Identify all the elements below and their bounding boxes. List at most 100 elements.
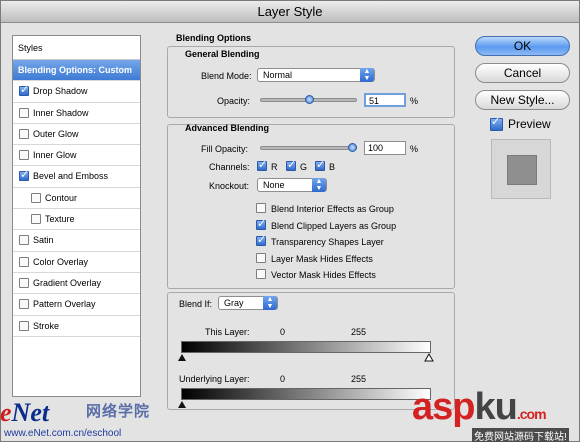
blend-mode-value: Normal — [263, 70, 293, 80]
aspku-logo-dotcom: .com — [516, 406, 547, 422]
style-checkbox[interactable] — [19, 256, 29, 267]
general-blending-title: General Blending — [185, 49, 260, 59]
channel-checkbox[interactable] — [315, 157, 325, 173]
cancel-button[interactable]: Cancel — [475, 63, 570, 83]
style-checkbox[interactable] — [19, 150, 29, 161]
style-checkbox[interactable] — [19, 320, 29, 331]
enet-url: www.eNet.com.cn/eschool — [4, 428, 122, 439]
opacity-label: Opacity: — [217, 96, 251, 106]
style-item[interactable]: Gradient Overlay — [13, 273, 140, 295]
underlying-layer-max: 255 — [351, 374, 367, 384]
channel-checkbox[interactable] — [257, 157, 267, 173]
enet-logo-prefix: e — [0, 398, 12, 427]
blend-if-select[interactable]: Gray ▲ ▼ — [218, 296, 278, 310]
style-item-label: Contour — [45, 192, 78, 203]
style-item-label: Blending Options: Custom — [18, 65, 132, 75]
channel-checkbox[interactable] — [286, 157, 296, 173]
aspku-logo-ku: ku — [474, 386, 517, 428]
style-item[interactable]: Contour — [13, 188, 140, 210]
enet-logo: eNet — [0, 398, 49, 428]
style-item-label: Outer Glow — [33, 128, 79, 139]
underlying-layer-label: Underlying Layer: — [179, 374, 250, 384]
aspku-logo-main: asp — [412, 386, 475, 428]
style-item[interactable]: Stroke — [13, 316, 140, 337]
style-checkbox[interactable] — [19, 107, 29, 118]
this-layer-black-slider[interactable] — [178, 354, 186, 361]
knockout-value: None — [263, 180, 285, 190]
fill-opacity-slider-handle[interactable] — [348, 143, 357, 152]
fill-opacity-label: Fill Opacity: — [201, 144, 249, 154]
this-layer-white-slider[interactable] — [424, 353, 434, 362]
popup-arrows-icon: ▲ ▼ — [312, 178, 326, 192]
opacity-slider-handle[interactable] — [305, 95, 314, 104]
dialog-title: Layer Style — [1, 1, 579, 23]
style-item[interactable]: Pattern Overlay — [13, 294, 140, 316]
style-item-label: Stroke — [33, 320, 60, 331]
style-item-label: Gradient Overlay — [33, 277, 102, 288]
layer-style-dialog: Layer Style Styles Blending Options: Cus… — [0, 0, 580, 442]
advanced-option-checkbox[interactable] — [256, 216, 266, 232]
this-layer-min: 0 — [280, 327, 286, 337]
advanced-option-label: Vector Mask Hides Effects — [271, 270, 376, 280]
style-item[interactable]: Satin — [13, 230, 140, 252]
channel-label: B — [329, 162, 336, 172]
this-layer-label: This Layer: — [205, 327, 250, 337]
underlying-layer-black-slider[interactable] — [178, 401, 186, 408]
knockout-select[interactable]: None ▲ ▼ — [257, 178, 327, 192]
enet-logo-chinese: 网络学院 — [86, 403, 151, 420]
style-checkbox[interactable] — [19, 235, 29, 246]
ok-button[interactable]: OK — [475, 36, 570, 56]
style-checkbox[interactable] — [19, 167, 29, 183]
this-layer-gradient — [181, 341, 431, 353]
popup-arrows-icon: ▲ ▼ — [360, 68, 374, 82]
preview-thumbnail — [491, 139, 551, 199]
opacity-unit: % — [410, 96, 419, 106]
style-item[interactable]: Texture — [13, 209, 140, 231]
advanced-option-checkbox[interactable] — [256, 203, 266, 213]
style-checkbox[interactable] — [19, 299, 29, 310]
opacity-input[interactable]: 51 — [364, 93, 406, 107]
style-item[interactable]: Blending Options: Custom — [13, 60, 140, 82]
style-item[interactable]: Color Overlay — [13, 252, 140, 273]
style-item[interactable]: Inner Shadow — [13, 103, 140, 124]
underlying-layer-gradient — [181, 388, 431, 400]
advanced-option-checkbox[interactable] — [256, 269, 266, 279]
style-item-label: Inner Shadow — [33, 107, 89, 118]
style-checkbox[interactable] — [19, 82, 29, 98]
this-layer-max: 255 — [351, 327, 367, 337]
new-style-button[interactable]: New Style... — [475, 90, 570, 110]
style-item-label: Bevel and Emboss — [33, 171, 109, 182]
blend-mode-select[interactable]: Normal ▲ ▼ — [257, 68, 375, 82]
preview-swatch — [507, 155, 537, 185]
advanced-option-label: Layer Mask Hides Effects — [271, 253, 373, 264]
style-item[interactable]: Bevel and Emboss — [13, 166, 140, 188]
channels-label: Channels: — [209, 162, 250, 172]
style-checkbox[interactable] — [19, 128, 29, 139]
style-item-label: Drop Shadow — [33, 86, 88, 97]
blending-options-title: Blending Options — [176, 33, 251, 43]
knockout-label: Knockout: — [209, 181, 250, 191]
advanced-option-label: Transparency Shapes Layer — [271, 237, 384, 247]
advanced-option-checkbox[interactable] — [256, 232, 266, 248]
style-checkbox[interactable] — [19, 277, 29, 288]
style-item[interactable]: Outer Glow — [13, 124, 140, 146]
style-item-label: Color Overlay — [33, 256, 89, 267]
underlying-layer-min: 0 — [280, 374, 286, 384]
style-checkbox[interactable] — [31, 214, 41, 225]
channel-label: G — [300, 162, 308, 172]
advanced-option-label: Blend Interior Effects as Group — [271, 204, 394, 214]
fill-opacity-unit: % — [410, 144, 419, 154]
popup-arrows-icon: ▲ ▼ — [263, 296, 277, 310]
preview-checkbox[interactable] — [490, 114, 503, 131]
blend-if-label: Blend If: — [179, 299, 213, 309]
blend-mode-label: Blend Mode: — [201, 71, 252, 81]
channel-label: R — [271, 162, 278, 172]
opacity-slider[interactable] — [260, 95, 357, 104]
style-item[interactable]: Drop Shadow — [13, 81, 140, 103]
fill-opacity-slider[interactable] — [260, 143, 357, 152]
styles-list-header[interactable]: Styles — [13, 36, 140, 60]
style-checkbox[interactable] — [31, 192, 41, 203]
advanced-option-checkbox[interactable] — [256, 252, 266, 263]
fill-opacity-input[interactable]: 100 — [364, 141, 406, 155]
style-item[interactable]: Inner Glow — [13, 145, 140, 167]
